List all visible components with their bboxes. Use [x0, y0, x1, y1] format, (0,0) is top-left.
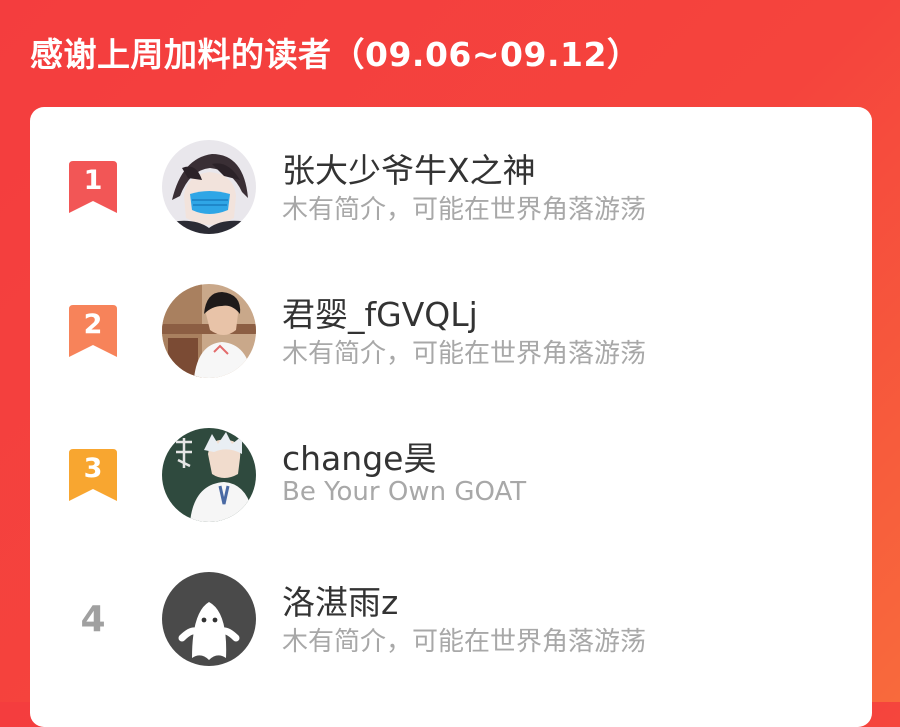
rank-badge-icon: 1: [69, 161, 117, 215]
reader-name: change昊: [282, 439, 437, 478]
reader-avatar[interactable]: [162, 140, 256, 234]
reader-name: 洛湛雨z: [282, 583, 399, 622]
reader-row-3[interactable]: 3 change昊 Be Your Own GOAT: [30, 421, 872, 531]
reader-avatar[interactable]: [162, 284, 256, 378]
reader-name: 君婴_fGVQLj: [282, 295, 478, 334]
reader-avatar[interactable]: [162, 428, 256, 522]
reader-intro: Be Your Own GOAT: [282, 477, 527, 507]
reader-intro: 木有简介，可能在世界角落游荡: [282, 627, 647, 657]
rank-number: 4: [80, 599, 106, 640]
reader-row-2[interactable]: 2 君婴_fGVQLj 木有简介，可能在世界角落游荡: [30, 277, 872, 387]
page-title: 感谢上周加料的读者（09.06~09.12）: [30, 35, 641, 74]
rank-badge-icon: 3: [69, 449, 117, 503]
rank-number: 3: [83, 453, 103, 484]
reader-intro: 木有简介，可能在世界角落游荡: [282, 195, 647, 225]
reader-row-4[interactable]: 4 洛湛雨z 木有简介，可能在世界角落游荡: [30, 565, 872, 675]
reader-intro: 木有简介，可能在世界角落游荡: [282, 339, 647, 369]
rank-badge-icon: 2: [69, 305, 117, 359]
reader-row-1[interactable]: 1 张大少爷牛X之神 木有简介，可能在世界角落游荡: [30, 133, 872, 243]
reader-avatar[interactable]: [162, 572, 256, 666]
reader-ranking-card: 1 张大少爷牛X之神 木有简介，可能在世界角落游荡 2 君婴_fGVQLj 木有…: [30, 107, 872, 727]
rank-number: 1: [83, 165, 103, 196]
reader-name: 张大少爷牛X之神: [282, 151, 536, 190]
rank-number: 2: [83, 309, 103, 340]
